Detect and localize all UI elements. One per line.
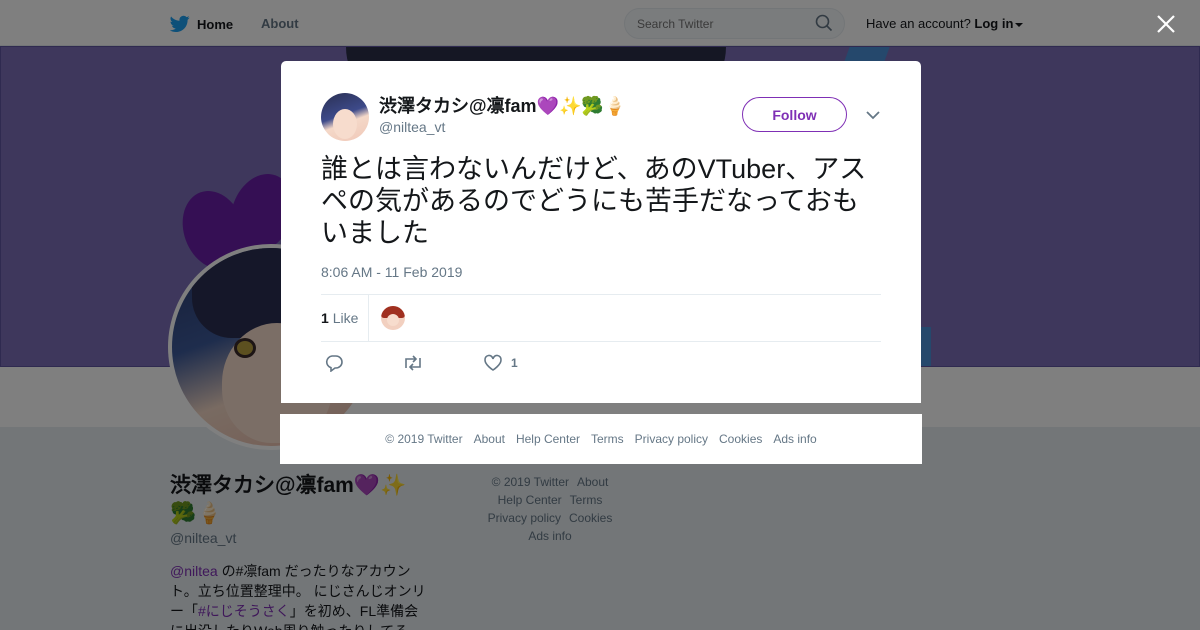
- likes-count: 1: [321, 310, 329, 326]
- retweet-icon[interactable]: [402, 354, 424, 372]
- likes-stat[interactable]: 1 Like: [321, 310, 358, 326]
- tweet-author-avatar[interactable]: [321, 93, 369, 141]
- liker-avatar[interactable]: [381, 306, 405, 330]
- close-icon[interactable]: [1155, 13, 1177, 35]
- footer-terms-link[interactable]: Terms: [591, 432, 624, 446]
- footer-help-link[interactable]: Help Center: [516, 432, 580, 446]
- footer-privacy-link[interactable]: Privacy policy: [635, 432, 708, 446]
- tweet-text: 誰とは言わないんだけど、あのVTuber、アスペの気があるのでどうにも苦手だなっ…: [321, 154, 867, 248]
- footer-about-link[interactable]: About: [474, 432, 505, 446]
- likes-label: Like: [332, 310, 359, 326]
- tweet-author-handle[interactable]: @niltea_vt: [379, 119, 445, 135]
- footer-ads-link[interactable]: Ads info: [773, 432, 816, 446]
- tweet-modal: 渋澤タカシ@凛fam💜✨🥦🍦 @niltea_vt Follow 誰とは言わない…: [281, 61, 921, 403]
- tweet-author-name[interactable]: 渋澤タカシ@凛fam💜✨🥦🍦: [379, 92, 626, 118]
- footer-copyright: © 2019 Twitter: [385, 432, 463, 446]
- modal-footer: © 2019 Twitter About Help Center Terms P…: [280, 414, 922, 464]
- divider: [368, 295, 369, 341]
- like-action-count: 1: [511, 356, 518, 370]
- divider: [321, 294, 881, 295]
- footer-cookies-link[interactable]: Cookies: [719, 432, 762, 446]
- reply-icon[interactable]: [324, 354, 344, 372]
- follow-button[interactable]: Follow: [742, 97, 847, 132]
- avatar-face: [333, 109, 357, 139]
- divider: [321, 341, 881, 342]
- heart-icon[interactable]: [483, 354, 503, 372]
- tweet-timestamp[interactable]: 8:06 AM - 11 Feb 2019: [321, 264, 462, 280]
- avatar-face: [387, 314, 399, 326]
- chevron-down-icon[interactable]: [865, 109, 881, 121]
